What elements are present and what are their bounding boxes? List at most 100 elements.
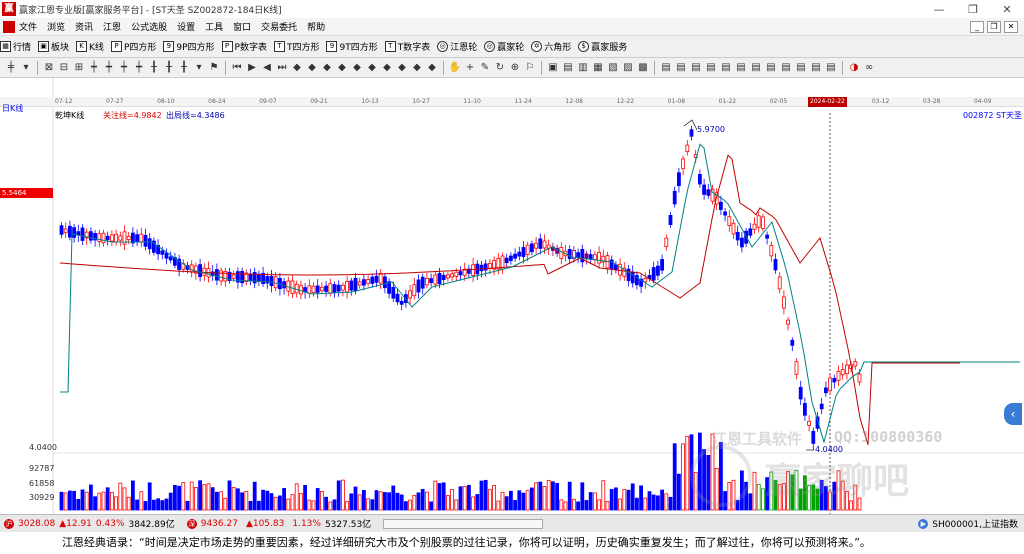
- color-icon[interactable]: ◑: [847, 61, 861, 75]
- diamond-icon[interactable]: ◆: [350, 61, 364, 75]
- chart-tool-icon[interactable]: ▤: [659, 61, 673, 75]
- cursor-tool-icon[interactable]: ╪: [4, 61, 18, 75]
- refresh-icon[interactable]: ↻: [493, 61, 507, 75]
- print-icon[interactable]: ▥: [576, 61, 590, 75]
- tb-t-table-button[interactable]: T T数字表: [384, 40, 430, 53]
- index-label: SH000001,上证指数: [932, 520, 1018, 530]
- diamond-icon[interactable]: ◆: [380, 61, 394, 75]
- chart-tool-icon[interactable]: ▤: [689, 61, 703, 75]
- period-tool-icon[interactable]: ⊞: [72, 61, 86, 75]
- drawing-toolbar: ╪ ▾ ⊠ ⊟ ⊞ ┿ ┿ ┿ ┿ ╂ ╂ ╂ ▾ ⚑ ⏮ ▶ ◀ ⏭ ◆ ◆ …: [0, 58, 1024, 78]
- restore-icon[interactable]: ❐: [956, 3, 990, 16]
- tb-kline-button[interactable]: K K线: [76, 40, 104, 53]
- prev-icon[interactable]: ◀: [260, 61, 274, 75]
- tb-block-button[interactable]: ▣ 板块: [38, 40, 69, 53]
- pen-icon[interactable]: ✎: [478, 61, 492, 75]
- kline-tool-icon[interactable]: ┿: [87, 61, 101, 75]
- chart-tool-icon[interactable]: ▤: [719, 61, 733, 75]
- first-icon[interactable]: ⏮: [230, 61, 244, 75]
- side-collapse-button[interactable]: ‹: [1004, 403, 1022, 425]
- chart-tool-icon[interactable]: ▤: [764, 61, 778, 75]
- kline-tool-icon[interactable]: ╂: [177, 61, 191, 75]
- candle: [593, 251, 597, 265]
- sz-index-change: ▲105.83: [245, 518, 285, 529]
- candle: [97, 229, 102, 247]
- chart-tool-icon[interactable]: ▤: [794, 61, 808, 75]
- list-icon[interactable]: ▩: [636, 61, 650, 75]
- diamond-icon[interactable]: ◆: [290, 61, 304, 75]
- draw-tool-icon[interactable]: ⊠: [42, 61, 56, 75]
- tb-quotes-button[interactable]: ▦ 行情: [0, 40, 31, 53]
- tb-winner-wheel-button[interactable]: ◎ 赢家轮: [484, 40, 524, 53]
- mdi-minimize-icon[interactable]: _: [970, 20, 984, 33]
- window-icon[interactable]: ▦: [591, 61, 605, 75]
- chart-tool-icon[interactable]: ▤: [704, 61, 718, 75]
- app-logo-icon: 赢: [2, 2, 16, 16]
- menu-help[interactable]: 帮助: [307, 20, 325, 33]
- volume-bar: [231, 487, 236, 511]
- save-icon[interactable]: ▤: [561, 61, 575, 75]
- menu-trade[interactable]: 交易委托: [261, 20, 297, 33]
- candle: [845, 359, 849, 380]
- tb-t-square-button[interactable]: T T四方形: [273, 40, 319, 53]
- close-icon[interactable]: ✕: [990, 3, 1024, 16]
- diamond-icon[interactable]: ◆: [365, 61, 379, 75]
- crosshair-icon[interactable]: +: [463, 61, 477, 75]
- list-icon[interactable]: ▨: [621, 61, 635, 75]
- diamond-icon[interactable]: ◆: [320, 61, 334, 75]
- diamond-icon[interactable]: ◆: [395, 61, 409, 75]
- tb-service-button[interactable]: $ 赢家服务: [578, 40, 627, 53]
- tb-9p-square-button[interactable]: 9 9P四方形: [163, 40, 215, 53]
- last-icon[interactable]: ⏭: [275, 61, 289, 75]
- mdi-restore-icon[interactable]: ❐: [987, 20, 1001, 33]
- menu-formula[interactable]: 公式选股: [131, 20, 167, 33]
- kline-tool-icon[interactable]: ┿: [132, 61, 146, 75]
- menu-window[interactable]: 窗口: [233, 20, 251, 33]
- hand-icon[interactable]: ✋: [448, 61, 462, 75]
- menu-settings[interactable]: 设置: [177, 20, 195, 33]
- dropdown-icon[interactable]: ▾: [192, 61, 206, 75]
- tb-9t-square-button[interactable]: 9 9T四方形: [326, 40, 378, 53]
- dropdown-icon[interactable]: ▾: [19, 61, 33, 75]
- chart-tool-icon[interactable]: ▤: [824, 61, 838, 75]
- volume-bar: [307, 499, 312, 511]
- kline-tool-icon[interactable]: ┿: [102, 61, 116, 75]
- diamond-icon[interactable]: ◆: [335, 61, 349, 75]
- diamond-icon[interactable]: ◆: [425, 61, 439, 75]
- next-icon[interactable]: ▶: [245, 61, 259, 75]
- candle: [135, 229, 140, 247]
- kline-tool-icon[interactable]: ╂: [162, 61, 176, 75]
- menu-file[interactable]: 文件: [19, 20, 37, 33]
- diamond-icon[interactable]: ◆: [305, 61, 319, 75]
- chart-tool-icon[interactable]: ▤: [749, 61, 763, 75]
- kline-chart[interactable]: [0, 78, 1024, 514]
- kline-tool-icon[interactable]: ┿: [117, 61, 131, 75]
- mdi-close-icon[interactable]: ✕: [1004, 20, 1018, 33]
- horizontal-scrollbar[interactable]: [383, 518, 544, 529]
- chart-tool-icon[interactable]: ▤: [734, 61, 748, 75]
- kline-tool-icon[interactable]: ╂: [147, 61, 161, 75]
- chart-tool-icon[interactable]: ▤: [674, 61, 688, 75]
- flag-icon[interactable]: ⚐: [523, 61, 537, 75]
- menu-tools[interactable]: 工具: [205, 20, 223, 33]
- period-tool-icon[interactable]: ⊟: [57, 61, 71, 75]
- infinity-icon[interactable]: ∞: [862, 61, 876, 75]
- tb-p-table-button[interactable]: P P数字表: [221, 40, 267, 53]
- tb-hexagram-button[interactable]: ✡ 六角形: [531, 40, 571, 53]
- candle: [240, 267, 245, 288]
- tb-gann-wheel-button[interactable]: ◎ 江恩轮: [437, 40, 477, 53]
- minimize-icon[interactable]: —: [922, 3, 956, 16]
- menu-gann[interactable]: 江恩: [103, 20, 121, 33]
- diamond-icon[interactable]: ◆: [410, 61, 424, 75]
- candle: [777, 272, 782, 294]
- menu-browse[interactable]: 浏览: [47, 20, 65, 33]
- window-icon[interactable]: ▧: [606, 61, 620, 75]
- image-icon[interactable]: ▣: [546, 61, 560, 75]
- tb-p-square-button[interactable]: P P四方形: [110, 40, 156, 53]
- gift-icon[interactable]: ⊕: [508, 61, 522, 75]
- index-selector[interactable]: ▶ SH000001,上证指数: [918, 517, 1018, 530]
- menu-info[interactable]: 资讯: [75, 20, 93, 33]
- chart-tool-icon[interactable]: ▤: [779, 61, 793, 75]
- chart-tool-icon[interactable]: ▤: [809, 61, 823, 75]
- flag-icon[interactable]: ⚑: [207, 61, 221, 75]
